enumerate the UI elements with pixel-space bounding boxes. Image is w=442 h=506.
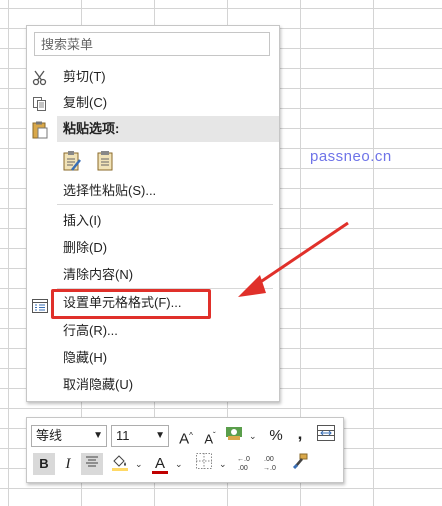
italic-button[interactable]: I — [57, 453, 79, 475]
format-painter-button[interactable] — [289, 453, 311, 475]
chevron-down-icon[interactable]: ⌄ — [175, 459, 183, 470]
merge-icon — [317, 425, 335, 444]
paste-icon[interactable] — [96, 150, 114, 175]
hide-label: 隐藏(H) — [63, 350, 108, 365]
unhide-label: 取消隐藏(U) — [63, 377, 134, 392]
pointer-arrow — [238, 221, 349, 297]
font-color-button[interactable]: A — [149, 453, 171, 475]
borders-button[interactable] — [193, 453, 215, 475]
font-size-value: 11 — [116, 428, 130, 443]
fill-color-button[interactable] — [109, 453, 131, 475]
svg-text:.00: .00 — [238, 465, 248, 472]
grow-font-label: A — [179, 430, 190, 448]
menu-item-hide[interactable]: 隐藏(H) — [27, 345, 279, 371]
align-center-icon — [86, 456, 98, 467]
cut-label: 剪切(T) — [63, 69, 106, 84]
chevron-down-icon[interactable]: ⌄ — [249, 431, 257, 442]
mini-format-toolbar: 等线 ▼ 11 ▼ A^ Aˇ ⌄ % , B I ⌄ A ⌄ ⌄ ←.0 .0… — [26, 417, 344, 483]
menu-item-paste-special[interactable]: 选择性粘贴(S)... — [27, 178, 279, 204]
merge-center-button[interactable] — [315, 425, 337, 447]
clear-contents-label: 清除内容(N) — [63, 267, 134, 282]
delete-label: 删除(D) — [63, 240, 108, 255]
menu-separator — [57, 204, 273, 205]
grow-font-button[interactable]: A^ — [175, 425, 197, 447]
copy-icon — [32, 95, 48, 111]
increase-decimal-button[interactable]: ←.0.00 — [235, 453, 257, 475]
shrink-font-button[interactable]: Aˇ — [199, 425, 221, 447]
chevron-down-icon[interactable]: ⌄ — [135, 459, 143, 470]
increase-decimal-icon: ←.0.00 — [237, 456, 250, 472]
chevron-down-icon: ▼ — [155, 430, 165, 441]
font-name-combo[interactable]: 等线 ▼ — [31, 425, 107, 447]
font-color-label: A — [154, 455, 165, 472]
menu-item-copy[interactable]: 复制(C) — [27, 90, 279, 116]
format-cells-icon — [32, 296, 48, 313]
context-menu: 剪切(T) 复制(C) 粘贴选项: 选择性粘贴(S)... 插入(I) 删除(D… — [26, 25, 280, 402]
borders-icon — [196, 453, 212, 472]
bold-button[interactable]: B — [33, 453, 55, 475]
accounting-format-icon — [225, 427, 243, 444]
font-name-value: 等线 — [36, 428, 63, 443]
align-center-button[interactable] — [81, 453, 103, 475]
chevron-down-icon[interactable]: ⌄ — [219, 459, 227, 470]
menu-item-unhide[interactable]: 取消隐藏(U) — [27, 372, 279, 398]
font-color-swatch — [152, 471, 168, 474]
copy-label: 复制(C) — [63, 95, 108, 110]
svg-text:→.0: →.0 — [263, 465, 276, 472]
search-menu-input[interactable] — [34, 32, 270, 56]
decrease-decimal-button[interactable]: .00 →.0 — [261, 453, 283, 475]
font-size-combo[interactable]: 11 ▼ — [111, 425, 169, 447]
accounting-format-button[interactable] — [223, 425, 245, 447]
percent-style-button[interactable]: % — [265, 425, 287, 447]
watermark: passneo.cn — [310, 148, 392, 165]
menu-item-cut[interactable]: 剪切(T) — [27, 64, 279, 90]
chevron-down-icon: ▼ — [93, 430, 103, 441]
fill-color-icon — [111, 455, 129, 474]
format-cells-highlight-box — [51, 289, 211, 319]
paste-format-icon[interactable] — [62, 150, 82, 175]
insert-label: 插入(I) — [63, 213, 102, 228]
paste-options-label: 粘贴选项: — [63, 121, 120, 136]
paste-option-buttons — [62, 148, 122, 174]
svg-text:←.0: ←.0 — [237, 456, 250, 463]
shrink-font-label: A — [204, 431, 213, 447]
paste-special-label: 选择性粘贴(S)... — [63, 183, 157, 198]
scissors-icon — [32, 69, 48, 86]
comma-style-button[interactable]: , — [289, 423, 311, 445]
menu-item-paste-options: 粘贴选项: — [27, 116, 279, 142]
svg-text:.00: .00 — [264, 456, 274, 463]
clipboard-icon — [32, 121, 48, 139]
paste-options-header: 粘贴选项: — [57, 116, 279, 142]
decrease-decimal-icon: .00→.0 — [263, 456, 276, 472]
format-painter-icon — [292, 453, 308, 472]
menu-item-row-height[interactable]: 行高(R)... — [27, 318, 279, 344]
row-height-label: 行高(R)... — [63, 323, 118, 338]
